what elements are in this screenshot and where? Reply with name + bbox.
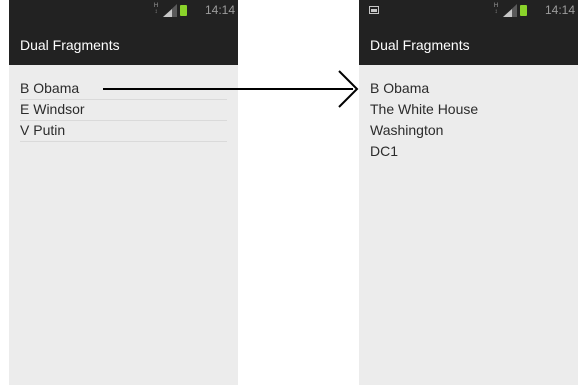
arrow-icon — [103, 70, 359, 108]
